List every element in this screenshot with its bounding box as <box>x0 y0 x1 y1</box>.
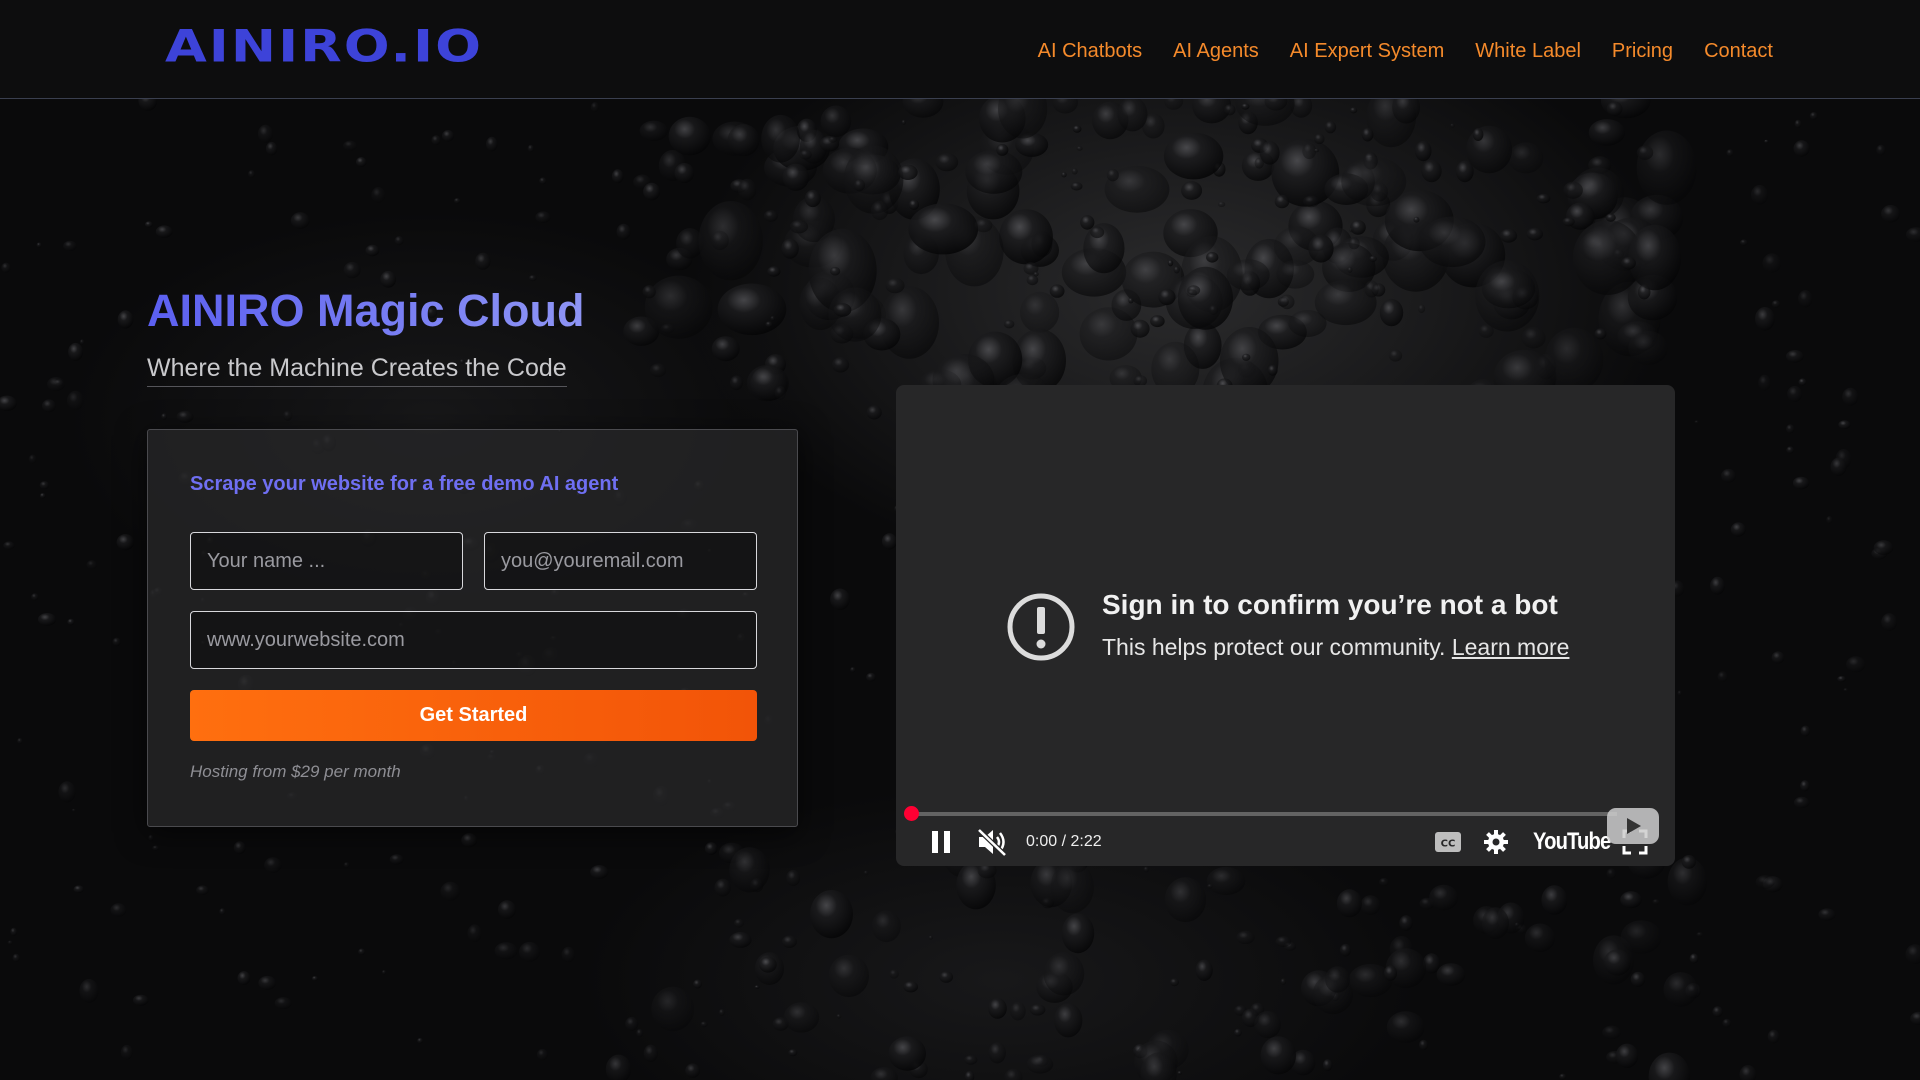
nav-ai-expert-system[interactable]: AI Expert System <box>1290 38 1445 64</box>
bot-check-title: Sign in to confirm you’re not a bot <box>1102 589 1558 620</box>
nav-ai-chatbots[interactable]: AI Chatbots <box>1038 38 1143 64</box>
pause-icon[interactable] <box>929 829 953 855</box>
site-logo[interactable]: AINIRO.IO <box>165 22 483 71</box>
demo-signup-form: Scrape your website for a free demo AI a… <box>147 429 798 827</box>
youtube-video-embed[interactable]: Sign in to confirm you’re not a bot This… <box>896 385 1675 866</box>
learn-more-link[interactable]: Learn more <box>1452 634 1570 660</box>
bot-check-text: This helps protect our community. <box>1102 634 1446 660</box>
nav-ai-agents[interactable]: AI Agents <box>1173 38 1259 64</box>
site-header: AINIRO.IO AI Chatbots AI Agents AI Exper… <box>0 0 1920 99</box>
play-button-overlay[interactable] <box>1607 808 1659 844</box>
play-icon <box>1627 818 1641 834</box>
get-started-button[interactable]: Get Started <box>190 690 757 741</box>
form-heading: Scrape your website for a free demo AI a… <box>190 473 619 495</box>
video-progress-bar[interactable] <box>911 812 1617 816</box>
hero-title: AINIRO Magic Cloud <box>147 285 585 336</box>
svg-text:CC: CC <box>1441 839 1456 850</box>
bot-check-message: This helps protect our community. Learn … <box>1102 633 1569 661</box>
gear-icon[interactable] <box>1483 829 1509 855</box>
youtube-logo[interactable]: YouTube <box>1533 828 1611 856</box>
email-input[interactable] <box>484 532 757 590</box>
website-input[interactable] <box>190 611 757 669</box>
nav-pricing[interactable]: Pricing <box>1612 38 1673 64</box>
name-input[interactable] <box>190 532 463 590</box>
progress-scrubber-handle[interactable] <box>904 806 919 821</box>
hosting-price-note: Hosting from $29 per month <box>190 762 401 781</box>
nav-contact[interactable]: Contact <box>1704 38 1773 64</box>
main-nav: AI Chatbots AI Agents AI Expert System W… <box>1038 38 1773 64</box>
hero-subtitle: Where the Machine Creates the Code <box>147 352 567 387</box>
video-time: 0:00 / 2:22 <box>1026 833 1102 850</box>
cc-icon[interactable]: CC <box>1434 831 1462 853</box>
mute-icon[interactable] <box>976 827 1008 857</box>
nav-white-label[interactable]: White Label <box>1475 38 1581 64</box>
alert-icon <box>1007 593 1075 661</box>
